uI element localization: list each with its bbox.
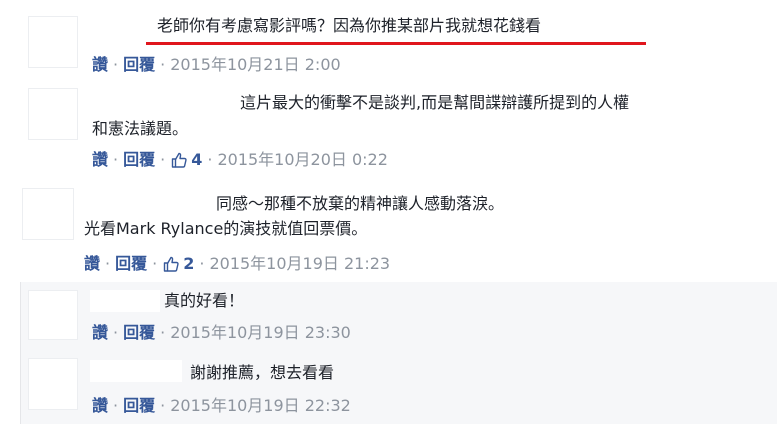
commenter-name-redacted[interactable]	[84, 188, 210, 210]
reply-link[interactable]: 回覆	[123, 150, 155, 170]
avatar[interactable]	[28, 88, 78, 140]
separator-dot: ·	[207, 150, 213, 169]
highlight-underline	[146, 42, 646, 45]
reply-actions: 讚 · 回覆 · 2015年10月19日 23:30	[92, 323, 351, 343]
separator-dot: ·	[105, 254, 111, 273]
avatar[interactable]	[28, 290, 78, 340]
timestamp-link[interactable]: 2015年10月19日 22:32	[170, 396, 351, 416]
separator-dot: ·	[152, 254, 158, 273]
separator-dot: ·	[113, 396, 119, 415]
thumbs-up-icon[interactable]	[170, 151, 188, 169]
like-link[interactable]: 讚	[92, 323, 108, 343]
reply-text: 謝謝推薦，想去看看	[190, 363, 335, 382]
separator-dot: ·	[160, 150, 166, 169]
separator-dot: ·	[113, 55, 119, 74]
separator-dot: ·	[160, 323, 166, 342]
reply-link[interactable]: 回覆	[115, 254, 147, 274]
like-link[interactable]: 讚	[84, 254, 100, 274]
separator-dot: ·	[160, 396, 166, 415]
commenter-name-redacted[interactable]	[92, 14, 148, 36]
separator-dot: ·	[113, 323, 119, 342]
comment-text-line-2: 光看Mark Rylance的演技就值回票價。	[84, 219, 368, 238]
reply-link[interactable]: 回覆	[123, 396, 155, 416]
reply-link[interactable]: 回覆	[123, 55, 155, 75]
separator-dot: ·	[199, 254, 205, 273]
timestamp-link[interactable]: 2015年10月19日 23:30	[170, 323, 351, 343]
like-link[interactable]: 讚	[92, 55, 108, 75]
like-link[interactable]: 讚	[92, 150, 108, 170]
separator-dot: ·	[160, 55, 166, 74]
comment-text-line-1: 同感～那種不放棄的精神讓人感動落淚。	[216, 194, 505, 213]
commenter-name-redacted[interactable]	[90, 290, 160, 312]
comment-text-line-2: 和憲法議題。	[92, 119, 189, 138]
like-count[interactable]: 2	[183, 254, 194, 274]
like-link[interactable]: 讚	[92, 396, 108, 416]
reply-actions: 讚 · 回覆 · 2015年10月19日 22:32	[92, 396, 351, 416]
commenter-name-redacted[interactable]	[92, 88, 232, 110]
timestamp-link[interactable]: 2015年10月19日 21:23	[209, 254, 390, 274]
like-count[interactable]: 4	[191, 150, 202, 170]
timestamp-link[interactable]: 2015年10月21日 2:00	[170, 55, 340, 75]
comment-text-line-1: 這片最大的衝擊不是談判,而是幫間諜辯護所提到的人權	[240, 93, 630, 112]
comment-text: 老師你有考慮寫影評嗎？因為你推某部片我就想花錢看	[157, 16, 542, 35]
reply-link[interactable]: 回覆	[123, 323, 155, 343]
comment-thread: 老師你有考慮寫影評嗎？因為你推某部片我就想花錢看 讚 · 回覆 · 2015年1…	[0, 0, 777, 424]
avatar[interactable]	[28, 16, 78, 68]
avatar[interactable]	[28, 358, 78, 410]
separator-dot: ·	[113, 150, 119, 169]
comment-actions: 讚 · 回覆 · 2015年10月21日 2:00	[92, 55, 341, 75]
commenter-name-redacted[interactable]	[90, 360, 182, 382]
reply-text: 真的好看！	[164, 291, 245, 310]
thumbs-up-icon[interactable]	[162, 255, 180, 273]
timestamp-link[interactable]: 2015年10月20日 0:22	[217, 150, 387, 170]
comment-actions: 讚 · 回覆 · 4 · 2015年10月20日 0:22	[92, 150, 388, 170]
comment-actions: 讚 · 回覆 · 2 · 2015年10月19日 21:23	[84, 254, 390, 274]
avatar[interactable]	[22, 188, 74, 240]
